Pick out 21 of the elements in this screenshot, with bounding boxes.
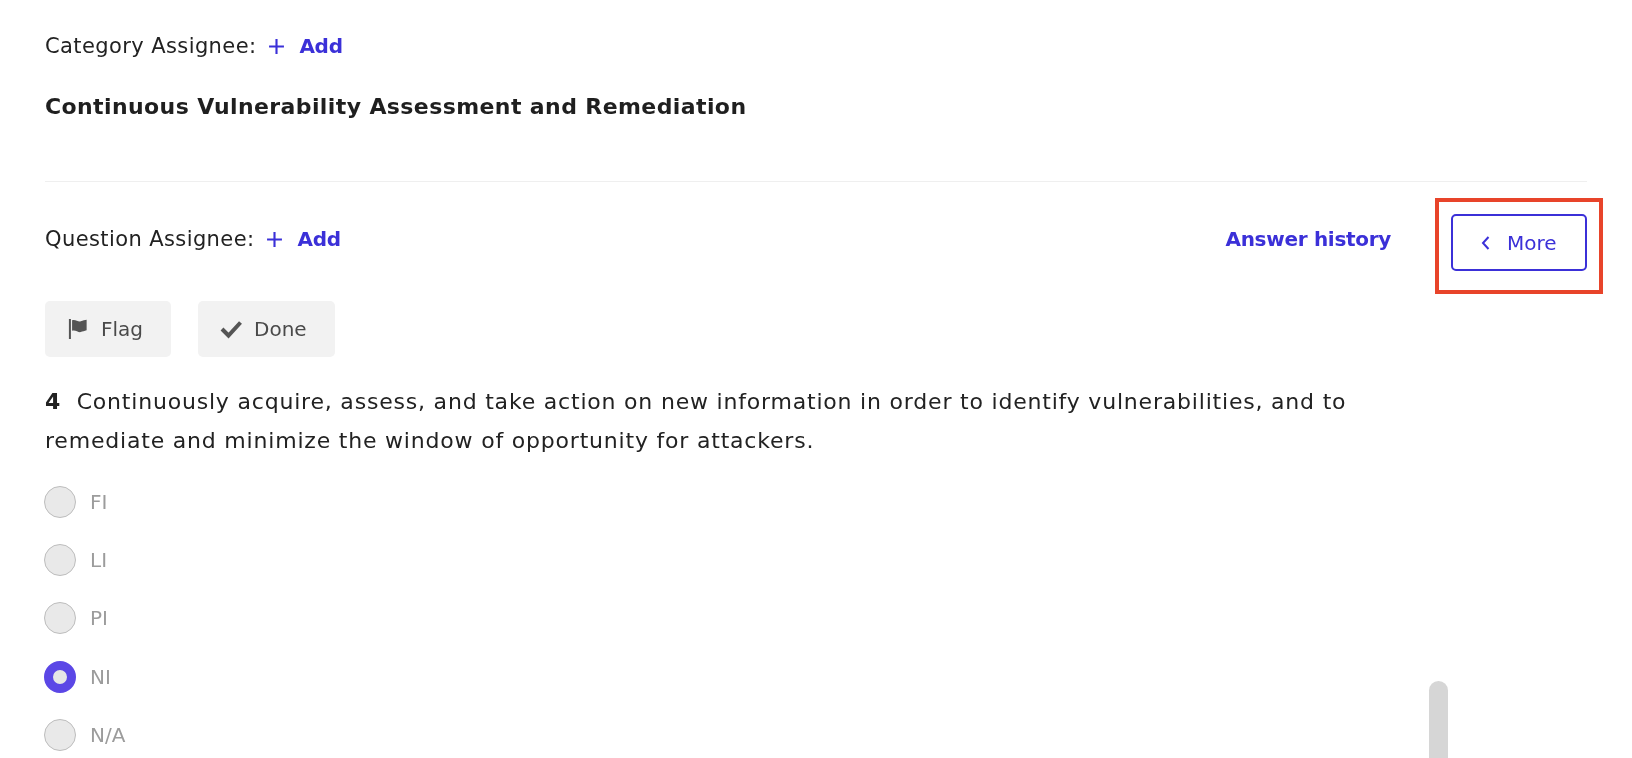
check-icon <box>220 319 242 339</box>
add-assignee-button[interactable]: Add <box>268 34 343 58</box>
plus-icon <box>266 230 284 248</box>
add-assignee-button[interactable]: Add <box>266 227 341 251</box>
radio-button[interactable] <box>44 660 76 693</box>
radio-button[interactable] <box>44 602 76 635</box>
plus-icon <box>268 37 286 55</box>
done-button[interactable]: Done <box>198 301 335 357</box>
assignee-label: Question Assignee: <box>45 227 255 251</box>
question-text: 4 Continuously acquire, assess, and take action on new information in order to identify vulnerabilities, and to remediate and minimize the window of opportunity for attackers. <box>45 388 1348 455</box>
assignee-label: Category Assignee: <box>45 34 257 58</box>
flag-icon <box>67 319 89 339</box>
more-button[interactable]: More <box>1451 214 1587 271</box>
radio-button[interactable] <box>44 718 76 751</box>
answer-history-link[interactable]: Answer history <box>1225 227 1391 251</box>
scrollbar-thumb[interactable] <box>1429 681 1448 758</box>
category-title: Continuous Vulnerability Assessment and Remediation <box>45 93 748 121</box>
chevron-left-icon <box>1481 235 1490 250</box>
flag-button[interactable]: Flag <box>45 301 171 357</box>
radio-button[interactable] <box>44 544 76 577</box>
radio-button[interactable] <box>44 486 76 519</box>
